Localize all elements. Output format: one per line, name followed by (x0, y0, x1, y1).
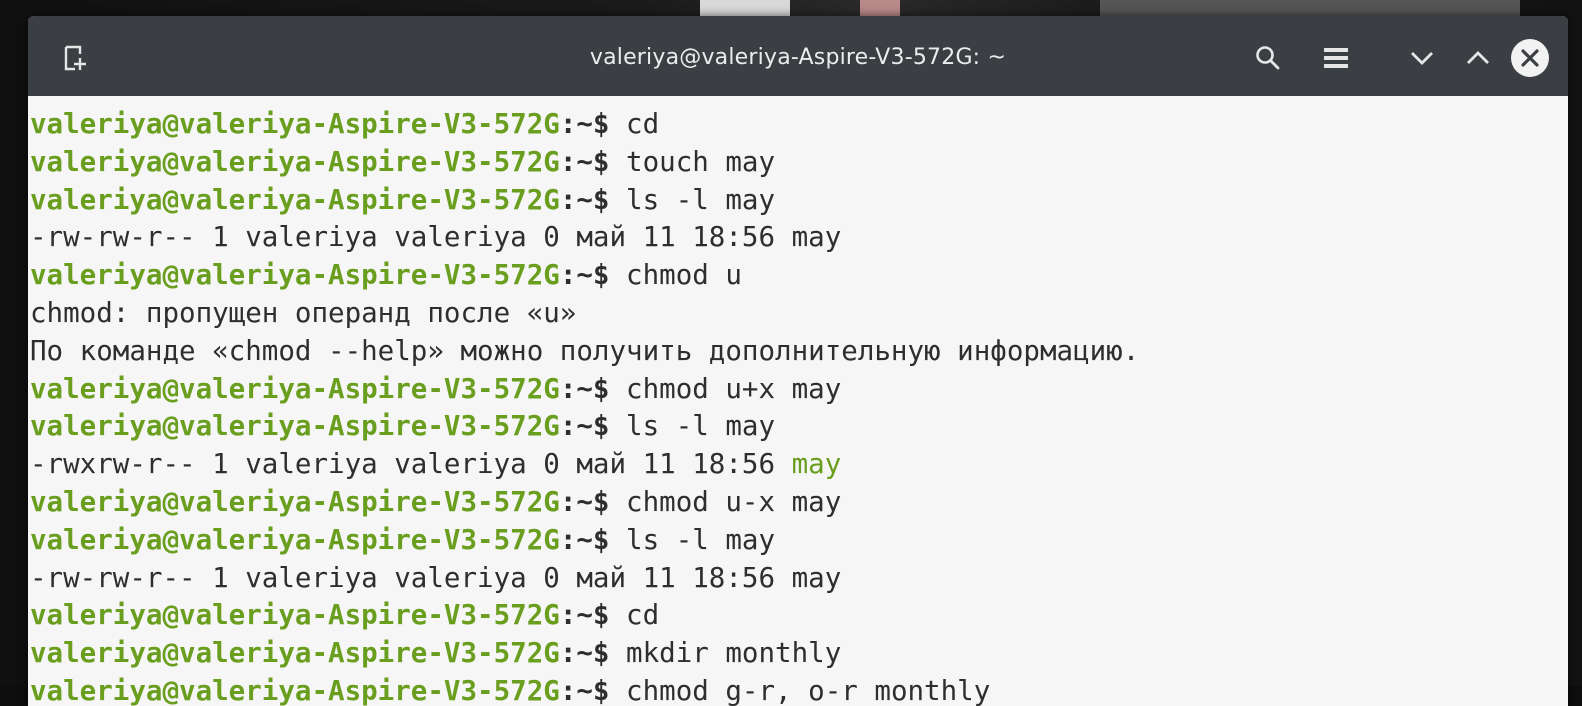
terminal-command-line: valeriya@valeriya-Aspire-V3-572G:~$ mkdi… (30, 635, 1568, 673)
terminal-command-line: valeriya@valeriya-Aspire-V3-572G:~$ ls -… (30, 182, 1568, 220)
desktop-wallpaper-highlight (860, 0, 900, 16)
prompt-path: :~$ (559, 372, 610, 405)
command-text: chmod u-x may (609, 485, 842, 518)
command-text: cd (609, 599, 660, 632)
command-text: ls -l may (609, 523, 776, 556)
command-text: ls -l may (609, 410, 776, 443)
terminal-command-line: valeriya@valeriya-Aspire-V3-572G:~$ ls -… (30, 522, 1568, 560)
prompt-user-host: valeriya@valeriya-Aspire-V3-572G (30, 599, 560, 632)
prompt-path: :~$ (559, 183, 610, 216)
terminal-output-line: -rw-rw-r-- 1 valeriya valeriya 0 май 11 … (30, 560, 1568, 598)
search-icon (1254, 44, 1282, 72)
command-text: chmod u (609, 259, 742, 292)
terminal-command-line: valeriya@valeriya-Aspire-V3-572G:~$ chmo… (30, 257, 1568, 295)
output-text: chmod: пропущен операнд после «u» (30, 296, 577, 329)
prompt-path: :~$ (559, 410, 610, 443)
terminal-window: valeriya@valeriya-Aspire-V3-572G: ~ vale… (28, 16, 1568, 706)
titlebar: valeriya@valeriya-Aspire-V3-572G: ~ (28, 16, 1568, 96)
hamburger-menu-icon (1322, 44, 1350, 72)
terminal-output-line: По команде «chmod --help» можно получить… (30, 333, 1568, 371)
prompt-path: :~$ (559, 523, 610, 556)
prompt-user-host: valeriya@valeriya-Aspire-V3-572G (30, 410, 560, 443)
prompt-user-host: valeriya@valeriya-Aspire-V3-572G (30, 372, 560, 405)
prompt-path: :~$ (559, 259, 610, 292)
command-text: mkdir monthly (609, 637, 842, 670)
menu-button[interactable] (1314, 36, 1358, 80)
maximize-button[interactable] (1456, 36, 1500, 80)
minimize-button[interactable] (1400, 36, 1444, 80)
prompt-user-host: valeriya@valeriya-Aspire-V3-572G (30, 145, 560, 178)
prompt-user-host: valeriya@valeriya-Aspire-V3-572G (30, 523, 560, 556)
desktop-wallpaper-highlight (1100, 0, 1520, 16)
prompt-path: :~$ (559, 637, 610, 670)
output-text: По команде «chmod --help» можно получить… (30, 334, 1140, 367)
chevron-up-icon (1464, 44, 1492, 72)
command-text: ls -l may (609, 183, 776, 216)
prompt-user-host: valeriya@valeriya-Aspire-V3-572G (30, 108, 560, 140)
output-text: -rw-rw-r-- 1 valeriya valeriya 0 май 11 … (30, 221, 842, 254)
close-icon (1510, 38, 1550, 78)
terminal-output-line: -rwxrw-r-- 1 valeriya valeriya 0 май 11 … (30, 446, 1568, 484)
terminal-command-line: valeriya@valeriya-Aspire-V3-572G:~$ chmo… (30, 484, 1568, 522)
terminal-output[interactable]: valeriya@valeriya-Aspire-V3-572G:~$ cd va… (28, 96, 1568, 706)
prompt-user-host: valeriya@valeriya-Aspire-V3-572G (30, 637, 560, 670)
terminal-command-line: valeriya@valeriya-Aspire-V3-572G:~$ ls -… (30, 408, 1568, 446)
prompt-user-host: valeriya@valeriya-Aspire-V3-572G (30, 485, 560, 518)
terminal-output-line: chmod: пропущен операнд после «u» (30, 295, 1568, 333)
search-button[interactable] (1246, 36, 1290, 80)
prompt-path: :~$ (559, 145, 610, 178)
terminal-command-line: valeriya@valeriya-Aspire-V3-572G:~$ touc… (30, 144, 1568, 182)
close-button[interactable] (1508, 36, 1552, 80)
prompt-path: :~$ (559, 108, 610, 140)
command-text: cd (609, 108, 660, 140)
prompt-user-host: valeriya@valeriya-Aspire-V3-572G (30, 674, 560, 706)
prompt-path: :~$ (559, 485, 610, 518)
prompt-user-host: valeriya@valeriya-Aspire-V3-572G (30, 259, 560, 292)
desktop-wallpaper-highlight (700, 0, 790, 16)
output-text: -rw-rw-r-- 1 valeriya valeriya 0 май 11 … (30, 561, 842, 594)
terminal-output-line: -rw-rw-r-- 1 valeriya valeriya 0 май 11 … (30, 219, 1568, 257)
chevron-down-icon (1408, 44, 1436, 72)
command-text: chmod u+x may (609, 372, 842, 405)
executable-filename: may (791, 448, 842, 481)
terminal-command-line: valeriya@valeriya-Aspire-V3-572G:~$ chmo… (30, 673, 1568, 706)
prompt-path: :~$ (559, 674, 610, 706)
command-text: touch may (609, 145, 776, 178)
terminal-command-line: valeriya@valeriya-Aspire-V3-572G:~$ cd (30, 597, 1568, 635)
terminal-command-line: valeriya@valeriya-Aspire-V3-572G:~$ chmo… (30, 371, 1568, 409)
prompt-path: :~$ (559, 599, 610, 632)
command-text: chmod g-r, o-r monthly (609, 674, 991, 706)
terminal-command-line: valeriya@valeriya-Aspire-V3-572G:~$ cd (30, 106, 1568, 144)
prompt-user-host: valeriya@valeriya-Aspire-V3-572G (30, 183, 560, 216)
output-text: -rwxrw-r-- 1 valeriya valeriya 0 май 11 … (30, 448, 792, 481)
